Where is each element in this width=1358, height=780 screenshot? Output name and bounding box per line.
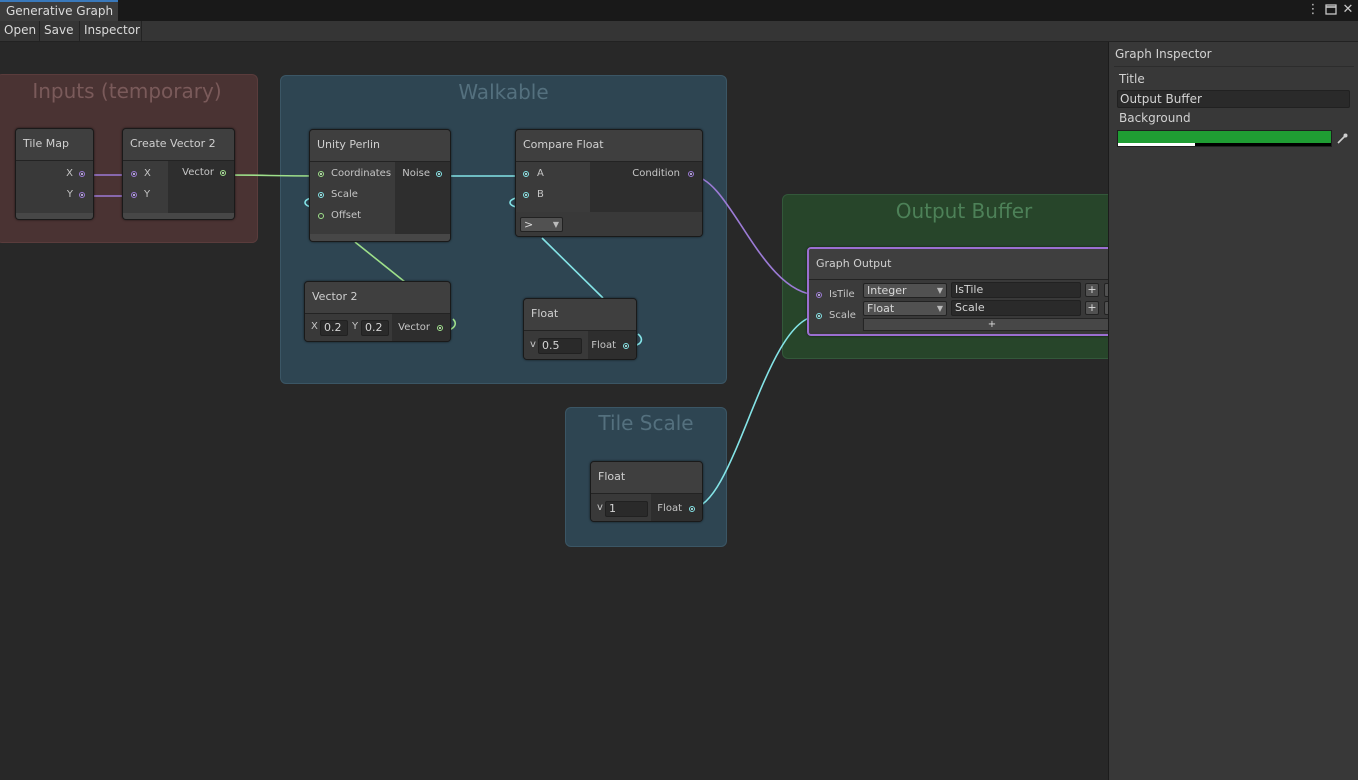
v-label: v bbox=[530, 339, 536, 350]
v-label: v bbox=[597, 502, 603, 513]
output-name-input-scale[interactable]: Scale bbox=[951, 300, 1081, 316]
node-title: Unity Perlin bbox=[310, 130, 450, 162]
node-title: Graph Output bbox=[809, 249, 1108, 280]
port-scale-in[interactable] bbox=[318, 192, 324, 198]
output-name-input-istile[interactable]: IsTile bbox=[951, 282, 1081, 298]
wire-vector2-offset[interactable] bbox=[354, 241, 406, 283]
type-dropdown-istile[interactable]: Integer ▼ bbox=[863, 283, 947, 298]
port-condition-out[interactable] bbox=[688, 171, 694, 177]
title-bar bbox=[0, 0, 1358, 22]
x-label: X bbox=[311, 321, 318, 332]
title-input[interactable]: Output Buffer bbox=[1117, 90, 1350, 108]
open-button[interactable]: Open bbox=[0, 21, 40, 41]
color-swatch bbox=[1118, 131, 1331, 143]
port-label: X bbox=[144, 168, 151, 179]
port-x-in[interactable] bbox=[131, 171, 137, 177]
port-vector-out[interactable] bbox=[220, 170, 226, 176]
port-label: X bbox=[66, 168, 73, 179]
port-label: Condition bbox=[632, 168, 680, 179]
port-scale-in[interactable] bbox=[816, 313, 822, 319]
wire-condition-istile[interactable] bbox=[691, 175, 819, 296]
node-title: Create Vector 2 bbox=[123, 129, 234, 161]
node-unity-perlin[interactable]: Unity Perlin Coordinates Scale Offset No… bbox=[309, 129, 451, 242]
port-coordinates-in[interactable] bbox=[318, 171, 324, 177]
port-label: Scale bbox=[829, 310, 856, 321]
node-tile-map[interactable]: Tile Map X Y bbox=[15, 128, 94, 220]
node-vector2[interactable]: Vector 2 X 0.2 Y 0.2 Vector bbox=[304, 281, 451, 342]
port-y-in[interactable] bbox=[131, 192, 137, 198]
port-label: IsTile bbox=[829, 289, 855, 300]
row-add-button[interactable]: + bbox=[1085, 301, 1099, 315]
x-value-input[interactable]: 0.2 bbox=[320, 320, 348, 336]
chevron-down-icon: ▼ bbox=[936, 286, 943, 295]
port-label: Float bbox=[591, 340, 616, 351]
node-title: Tile Map bbox=[16, 129, 93, 161]
port-noise-out[interactable] bbox=[436, 171, 442, 177]
y-value-input[interactable]: 0.2 bbox=[361, 320, 389, 336]
graph-inspector-panel: Graph Inspector Title Output Buffer Back… bbox=[1108, 42, 1358, 780]
node-compare-float[interactable]: Compare Float A B Condition > ▼ bbox=[515, 129, 703, 237]
port-label: Float bbox=[657, 503, 682, 514]
operator-dropdown[interactable]: > ▼ bbox=[520, 217, 563, 232]
port-label: B bbox=[537, 189, 544, 200]
operator-value: > bbox=[524, 218, 534, 231]
port-label: Noise bbox=[402, 168, 430, 179]
node-title: Compare Float bbox=[516, 130, 702, 162]
port-b-in[interactable] bbox=[523, 192, 529, 198]
port-label: Y bbox=[66, 189, 73, 200]
maximize-icon[interactable] bbox=[1323, 2, 1339, 18]
port-label: Vector bbox=[398, 322, 430, 333]
chevron-down-icon: ▼ bbox=[552, 220, 559, 229]
node-graph-output[interactable]: Graph Output IsTile Integer ▼ IsTile + S… bbox=[807, 247, 1108, 336]
save-button[interactable]: Save bbox=[40, 21, 80, 41]
port-label: Vector bbox=[182, 167, 214, 178]
chevron-down-icon: ▼ bbox=[936, 304, 943, 313]
inspector-button[interactable]: Inspector bbox=[80, 21, 142, 41]
y-label: Y bbox=[352, 321, 359, 332]
port-float-out[interactable] bbox=[623, 343, 629, 349]
float-value-input[interactable]: 1 bbox=[605, 501, 648, 517]
port-label: Scale bbox=[331, 189, 358, 200]
port-label: A bbox=[537, 168, 544, 179]
port-label: Coordinates bbox=[331, 168, 392, 179]
port-a-in[interactable] bbox=[523, 171, 529, 177]
graph-canvas[interactable]: Inputs (temporary) Walkable Output Buffe… bbox=[0, 42, 1108, 780]
title-label: Title bbox=[1119, 72, 1145, 86]
close-icon[interactable]: ✕ bbox=[1340, 2, 1356, 18]
node-title: Vector 2 bbox=[305, 282, 450, 314]
port-label: Y bbox=[144, 189, 151, 200]
row-add-button[interactable]: + bbox=[1085, 283, 1099, 297]
alpha-track bbox=[1118, 143, 1331, 146]
background-label: Background bbox=[1119, 111, 1191, 125]
type-value: Float bbox=[867, 302, 895, 315]
add-output-button[interactable]: + bbox=[863, 318, 1108, 331]
port-label: Offset bbox=[331, 210, 362, 221]
node-float-threshold[interactable]: Float v 0.5 Float bbox=[523, 298, 637, 360]
port-vector-out[interactable] bbox=[437, 325, 443, 331]
port-x-out[interactable] bbox=[79, 171, 85, 177]
float-value-input[interactable]: 0.5 bbox=[538, 338, 582, 354]
node-float-tile-scale[interactable]: Float v 1 Float bbox=[590, 461, 703, 522]
port-offset-in[interactable] bbox=[318, 213, 324, 219]
eyedropper-icon[interactable] bbox=[1334, 130, 1350, 147]
wire-float-scale[interactable] bbox=[691, 315, 819, 509]
node-title: Float bbox=[591, 462, 702, 494]
port-istile-in[interactable] bbox=[816, 292, 822, 298]
inspector-header: Graph Inspector bbox=[1115, 47, 1212, 61]
background-color-field[interactable] bbox=[1117, 130, 1332, 147]
node-create-vector2[interactable]: Create Vector 2 X Y Vector bbox=[122, 128, 235, 220]
kebab-menu-icon[interactable]: ⋮ bbox=[1305, 2, 1321, 18]
alpha-bar bbox=[1118, 143, 1195, 146]
port-float-out[interactable] bbox=[689, 506, 695, 512]
wire-float-b[interactable] bbox=[541, 237, 604, 299]
port-y-out[interactable] bbox=[79, 192, 85, 198]
type-value: Integer bbox=[867, 284, 907, 297]
node-title: Float bbox=[524, 299, 636, 331]
window-tab[interactable]: Generative Graph bbox=[0, 0, 118, 21]
wire-vector-coordinates[interactable] bbox=[222, 174, 321, 177]
toolbar: Open Save Inspector bbox=[0, 21, 1358, 42]
type-dropdown-scale[interactable]: Float ▼ bbox=[863, 301, 947, 316]
